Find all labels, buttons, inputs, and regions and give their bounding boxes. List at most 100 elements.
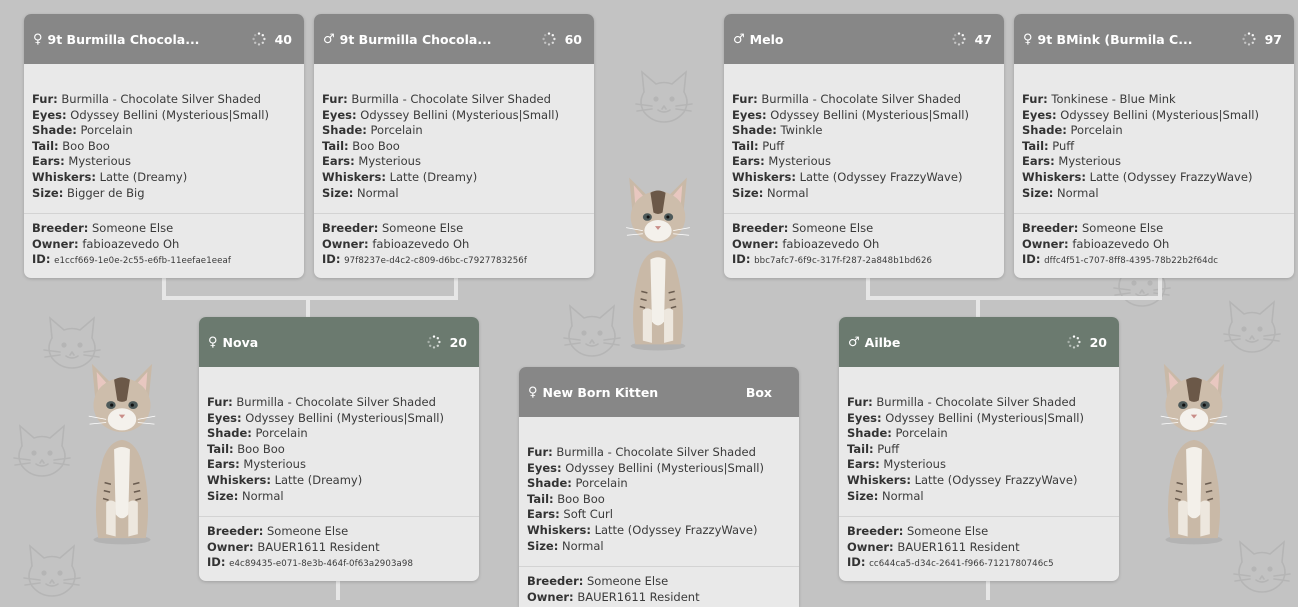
- card-meta: Breeder: Someone Else Owner: BAUER1611 R…: [519, 567, 799, 607]
- cat-name: 9t BMink (Burmila C...: [1037, 31, 1193, 47]
- cat-face-outline-icon: [1223, 301, 1281, 353]
- trait-ears: Ears: Mysterious: [322, 154, 421, 169]
- female-symbol: ♀: [1023, 31, 1033, 47]
- breeder-row: Breeder: Someone Else: [32, 221, 174, 236]
- trait-list: Fur: Burmilla - Chocolate Silver Shaded …: [314, 64, 594, 215]
- trait-size: Size: Bigger de Big: [32, 185, 145, 200]
- connector-line: [866, 276, 870, 298]
- cat-card-new-born-kitten[interactable]: ♀ New Born Kitten Box Fur: Burmilla - Ch…: [519, 367, 799, 607]
- card-meta: Breeder: Someone Else Owner: fabioazeved…: [1014, 214, 1294, 278]
- card-header[interactable]: ♀ 9t Burmilla Chocola... 40: [24, 14, 304, 64]
- loading-spinner-icon: [1066, 335, 1081, 349]
- trait-ears: Ears: Mysterious: [207, 457, 306, 472]
- id-row: ID: 97f8237e-d4c2-c809-d6bc-c7927783256f: [322, 252, 527, 267]
- cat-name: New Born Kitten: [542, 384, 659, 400]
- trait-fur: Fur: Burmilla - Chocolate Silver Shaded: [322, 92, 551, 106]
- cat-name: Melo: [749, 31, 784, 47]
- trait-list: Fur: Tonkinese - Blue Mink Eyes: Odyssey…: [1014, 64, 1294, 215]
- trait-eyes: Eyes: Odyssey Bellini (Mysterious|Small): [1022, 107, 1259, 122]
- box-button[interactable]: Box: [746, 385, 787, 400]
- trait-fur: Fur: Burmilla - Chocolate Silver Shaded: [732, 92, 961, 106]
- trait-ears: Ears: Soft Curl: [527, 507, 613, 522]
- connector-line: [866, 296, 1162, 300]
- cat-card-grandparent-4[interactable]: ♀ 9t BMink (Burmila C... 97 Fur: Tonkine…: [1014, 14, 1294, 278]
- card-header[interactable]: ♂ Melo 47: [724, 14, 1004, 64]
- trait-fur: Fur: Burmilla - Chocolate Silver Shaded: [32, 92, 261, 106]
- trait-eyes: Eyes: Odyssey Bellini (Mysterious|Small): [732, 107, 969, 122]
- trait-eyes: Eyes: Odyssey Bellini (Mysterious|Small): [322, 107, 559, 122]
- loading-spinner-icon: [541, 32, 556, 46]
- trait-whiskers: Whiskers: Latte (Odyssey FrazzyWave): [527, 522, 758, 537]
- cat-face-outline-icon: [23, 545, 81, 597]
- trait-shade: Shade: Porcelain: [207, 426, 308, 441]
- trait-ears: Ears: Mysterious: [847, 457, 946, 472]
- loading-count: 20: [449, 334, 467, 350]
- trait-fur: Fur: Burmilla - Chocolate Silver Shaded: [207, 395, 436, 409]
- card-header[interactable]: ♂ Ailbe 20: [839, 317, 1119, 367]
- connector-line: [454, 276, 458, 298]
- loading-count: 40: [274, 31, 292, 47]
- cat-face-outline-icon: [635, 71, 693, 123]
- cat-face-outline-icon: [13, 425, 71, 477]
- loading-spinner-icon: [951, 32, 966, 46]
- owner-row: Owner: fabioazevedo Oh: [732, 236, 880, 251]
- breeder-row: Breeder: Someone Else: [322, 221, 464, 236]
- trait-size: Size: Normal: [527, 538, 604, 553]
- card-meta: Breeder: Someone Else Owner: fabioazeved…: [24, 214, 304, 278]
- trait-list: Fur: Burmilla - Chocolate Silver Shaded …: [519, 417, 799, 568]
- trait-whiskers: Whiskers: Latte (Odyssey FrazzyWave): [847, 472, 1078, 487]
- owner-row: Owner: fabioazevedo Oh: [32, 236, 180, 251]
- card-header[interactable]: ♀ New Born Kitten Box: [519, 367, 799, 417]
- trait-size: Size: Normal: [322, 185, 399, 200]
- connector-line: [976, 298, 980, 318]
- owner-row: Owner: fabioazevedo Oh: [322, 236, 470, 251]
- trait-tail: Tail: Puff: [847, 441, 900, 456]
- connector-line: [162, 296, 458, 300]
- trait-ears: Ears: Mysterious: [32, 154, 131, 169]
- cat-card-grandparent-3[interactable]: ♂ Melo 47 Fur: Burmilla - Chocolate Silv…: [724, 14, 1004, 278]
- card-header[interactable]: ♀ 9t BMink (Burmila C... 97: [1014, 14, 1294, 64]
- trait-list: Fur: Burmilla - Chocolate Silver Shaded …: [839, 367, 1119, 518]
- cat-figure: [1159, 363, 1229, 546]
- trait-list: Fur: Burmilla - Chocolate Silver Shaded …: [199, 367, 479, 518]
- card-header[interactable]: ♂ 9t Burmilla Chocola... 60: [314, 14, 594, 64]
- connector-line: [162, 276, 166, 298]
- cat-card-father[interactable]: ♂ Ailbe 20 Fur: Burmilla - Chocolate Sil…: [839, 317, 1119, 581]
- trait-whiskers: Whiskers: Latte (Dreamy): [207, 472, 363, 487]
- trait-shade: Shade: Porcelain: [322, 123, 423, 138]
- breeder-row: Breeder: Someone Else: [527, 574, 669, 589]
- owner-row: Owner: BAUER1611 Resident: [847, 539, 1020, 554]
- trait-size: Size: Normal: [1022, 185, 1099, 200]
- trait-tail: Tail: Boo Boo: [32, 138, 110, 153]
- loading-spinner-icon: [1241, 32, 1256, 46]
- owner-row: Owner: BAUER1611 Resident: [207, 539, 380, 554]
- cat-card-mother[interactable]: ♀ Nova 20 Fur: Burmilla - Chocolate Silv…: [199, 317, 479, 581]
- card-header[interactable]: ♀ Nova 20: [199, 317, 479, 367]
- cat-name: 9t Burmilla Chocola...: [339, 31, 492, 47]
- loading-count: 97: [1264, 31, 1282, 47]
- trait-eyes: Eyes: Odyssey Bellini (Mysterious|Small): [32, 107, 269, 122]
- connector-line: [986, 580, 990, 600]
- male-symbol: ♂: [323, 31, 335, 47]
- trait-whiskers: Whiskers: Latte (Odyssey FrazzyWave): [1022, 169, 1253, 184]
- breeder-row: Breeder: Someone Else: [847, 524, 989, 539]
- trait-ears: Ears: Mysterious: [732, 154, 831, 169]
- trait-ears: Ears: Mysterious: [1022, 154, 1121, 169]
- cat-figure: [625, 176, 691, 352]
- card-meta: Breeder: Someone Else Owner: fabioazeved…: [314, 214, 594, 278]
- trait-tail: Tail: Boo Boo: [207, 441, 285, 456]
- connector-line: [306, 298, 310, 318]
- trait-shade: Shade: Porcelain: [527, 476, 628, 491]
- trait-eyes: Eyes: Odyssey Bellini (Mysterious|Small): [847, 410, 1084, 425]
- cat-name: 9t Burmilla Chocola...: [47, 31, 200, 47]
- cat-name: Ailbe: [864, 334, 901, 350]
- trait-list: Fur: Burmilla - Chocolate Silver Shaded …: [724, 64, 1004, 215]
- trait-size: Size: Normal: [207, 488, 284, 503]
- id-row: ID: e4c89435-e071-8e3b-464f-0f63a2903a98: [207, 555, 414, 570]
- trait-eyes: Eyes: Odyssey Bellini (Mysterious|Small): [207, 410, 444, 425]
- cat-card-grandparent-1[interactable]: ♀ 9t Burmilla Chocola... 40 Fur: Burmill…: [24, 14, 304, 278]
- trait-tail: Tail: Puff: [732, 138, 785, 153]
- cat-card-grandparent-2[interactable]: ♂ 9t Burmilla Chocola... 60 Fur: Burmill…: [314, 14, 594, 278]
- trait-tail: Tail: Boo Boo: [527, 491, 605, 506]
- trait-fur: Fur: Tonkinese - Blue Mink: [1022, 92, 1176, 106]
